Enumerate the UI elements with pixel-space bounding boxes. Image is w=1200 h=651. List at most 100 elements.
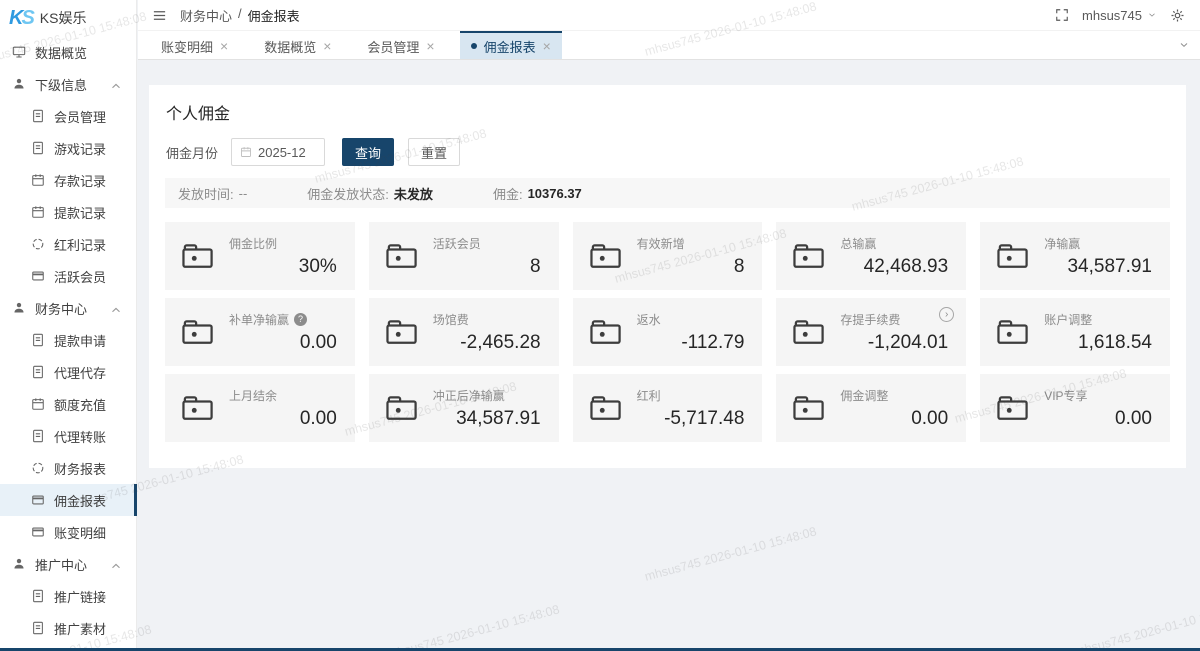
chevron-up-icon — [109, 303, 123, 317]
tab-options-chevron-icon[interactable] — [1178, 39, 1190, 51]
sidebar-item-label: 佣金报表 — [54, 491, 106, 510]
card-value: 34,587.91 — [1044, 256, 1152, 278]
sidebar-collapse-icon[interactable] — [152, 8, 167, 23]
sidebar-item-promotion-link[interactable]: 推广链接 — [0, 580, 136, 612]
tab-data-overview[interactable]: 数据概览 × — [253, 31, 342, 59]
breadcrumb-separator: / — [238, 6, 242, 25]
sidebar-group-finance-center[interactable]: 财务中心 — [0, 292, 136, 324]
card-label: 有效新增 — [637, 235, 685, 252]
sidebar-item-label: 账变明细 — [54, 523, 106, 542]
sidebar-item-withdrawal-records[interactable]: 提款记录 — [0, 196, 136, 228]
month-picker-input[interactable]: 2025-12 — [231, 138, 325, 166]
stat-card-last-month-balance: 上月结余 0.00 — [165, 374, 355, 442]
page-title: 个人佣金 — [149, 85, 1186, 124]
folder-icon — [588, 241, 624, 271]
sidebar-item-bonus-records[interactable]: 红利记录 — [0, 228, 136, 260]
card-label: 佣金调整 — [840, 387, 888, 404]
sidebar-item-label: 代理代存 — [54, 363, 106, 382]
folder-icon — [791, 241, 827, 271]
help-icon[interactable]: ? — [294, 313, 307, 326]
sidebar-item-label: 游戏记录 — [54, 139, 106, 158]
stat-card-commission-ratio: 佣金比例 30% — [165, 222, 355, 290]
folder-icon — [180, 317, 216, 347]
watermark-text: mhsus745 2026-01-10 15:48:08 — [386, 602, 561, 651]
sidebar-item-member-management[interactable]: 会员管理 — [0, 100, 136, 132]
stat-card-net-winloss: 净输赢 34,587.91 — [980, 222, 1170, 290]
top-header: 财务中心 / 佣金报表 mhsus745 — [138, 0, 1200, 30]
tab-label: 数据概览 — [264, 37, 316, 56]
logo[interactable]: KS KS娱乐 — [0, 0, 136, 36]
sidebar-group-subordinate-info[interactable]: 下级信息 — [0, 68, 136, 100]
chevron-up-icon — [109, 79, 123, 93]
fullscreen-icon[interactable] — [1055, 8, 1069, 22]
tab-account-changes[interactable]: 账变明细 × — [150, 31, 239, 59]
header-actions: mhsus745 — [1055, 8, 1200, 23]
sidebar-item-game-records[interactable]: 游戏记录 — [0, 132, 136, 164]
card-value: 0.00 — [840, 408, 948, 430]
doc-icon — [31, 365, 45, 379]
stat-card-bonus: 红利 -5,717.48 — [573, 374, 763, 442]
folder-icon — [791, 317, 827, 347]
breadcrumb: 财务中心 / 佣金报表 — [180, 6, 300, 25]
card-value: 0.00 — [229, 408, 337, 430]
query-button[interactable]: 查询 — [342, 138, 394, 166]
sidebar-item-deposit-records[interactable]: 存款记录 — [0, 164, 136, 196]
sidebar-item-finance-report[interactable]: 财务报表 — [0, 452, 136, 484]
issue-status: 佣金发放状态: 未发放 — [307, 184, 433, 203]
tab-member-management[interactable]: 会员管理 × — [356, 31, 445, 59]
tab-commission-report[interactable]: 佣金报表 × — [460, 31, 562, 59]
folder-icon — [384, 241, 420, 271]
close-icon[interactable]: × — [220, 39, 228, 53]
reset-button[interactable]: 重置 — [408, 138, 460, 166]
folder-icon — [588, 317, 624, 347]
card-label: VIP专享 — [1044, 387, 1087, 404]
folder-icon — [995, 393, 1031, 423]
card-label: 总输赢 — [840, 235, 876, 252]
stat-card-deposit-withdrawal-fee: 存提手续费 -1,204.01 › — [776, 298, 966, 366]
tab-label: 会员管理 — [367, 37, 419, 56]
sidebar-item-withdrawal-request[interactable]: 提款申请 — [0, 324, 136, 356]
sidebar-item-label: 提款记录 — [54, 203, 106, 222]
sidebar-item-label: 存款记录 — [54, 171, 106, 190]
close-icon[interactable]: × — [543, 39, 551, 53]
commission-amount-label: 佣金: — [493, 184, 523, 203]
sidebar-item-active-members[interactable]: 活跃会员 — [0, 260, 136, 292]
coin-icon — [31, 461, 45, 475]
card-label: 活跃会员 — [433, 235, 481, 252]
calendar-icon — [31, 397, 45, 411]
gear-icon[interactable] — [1170, 8, 1185, 23]
commission-panel: 个人佣金 佣金月份 2025-12 查询 重置 发放时间: -- 佣金发放状态:… — [149, 85, 1186, 468]
commission-status-bar: 发放时间: -- 佣金发放状态: 未发放 佣金: 10376.37 — [165, 178, 1170, 208]
sidebar-item-commission-report[interactable]: 佣金报表 — [0, 484, 136, 516]
chevron-down-icon — [1147, 10, 1157, 20]
user-menu[interactable]: mhsus745 — [1082, 8, 1157, 23]
sidebar-item-account-changes[interactable]: 账变明细 — [0, 516, 136, 548]
sidebar-item-quota-recharge[interactable]: 额度充值 — [0, 388, 136, 420]
card-icon — [31, 525, 45, 539]
card-label: 账户调整 — [1044, 311, 1092, 328]
sidebar-item-agent-transfer[interactable]: 代理转账 — [0, 420, 136, 452]
sidebar-item-agent-deposit[interactable]: 代理代存 — [0, 356, 136, 388]
close-icon[interactable]: × — [323, 39, 331, 53]
coin-icon — [31, 237, 45, 251]
close-icon[interactable]: × — [426, 39, 434, 53]
issue-status-label: 佣金发放状态: — [307, 184, 389, 203]
issue-time: 发放时间: -- — [178, 184, 247, 203]
breadcrumb-section[interactable]: 财务中心 — [180, 6, 232, 25]
sidebar-item-label: 红利记录 — [54, 235, 106, 254]
card-icon — [31, 269, 45, 283]
sidebar-item-label: 财务报表 — [54, 459, 106, 478]
team-icon — [12, 301, 26, 315]
card-label: 红利 — [637, 387, 661, 404]
folder-icon — [791, 393, 827, 423]
card-label: 佣金比例 — [229, 235, 277, 252]
card-value: 42,468.93 — [840, 256, 948, 278]
card-value: 8 — [433, 256, 541, 278]
doc-icon — [31, 621, 45, 635]
sidebar-group-promotion-center[interactable]: 推广中心 — [0, 548, 136, 580]
sidebar-item-promotion-material[interactable]: 推广素材 — [0, 612, 136, 644]
team-icon — [12, 557, 26, 571]
card-value: 0.00 — [1044, 408, 1152, 430]
sidebar-item-data-overview[interactable]: 数据概览 — [0, 36, 136, 68]
folder-icon — [995, 241, 1031, 271]
